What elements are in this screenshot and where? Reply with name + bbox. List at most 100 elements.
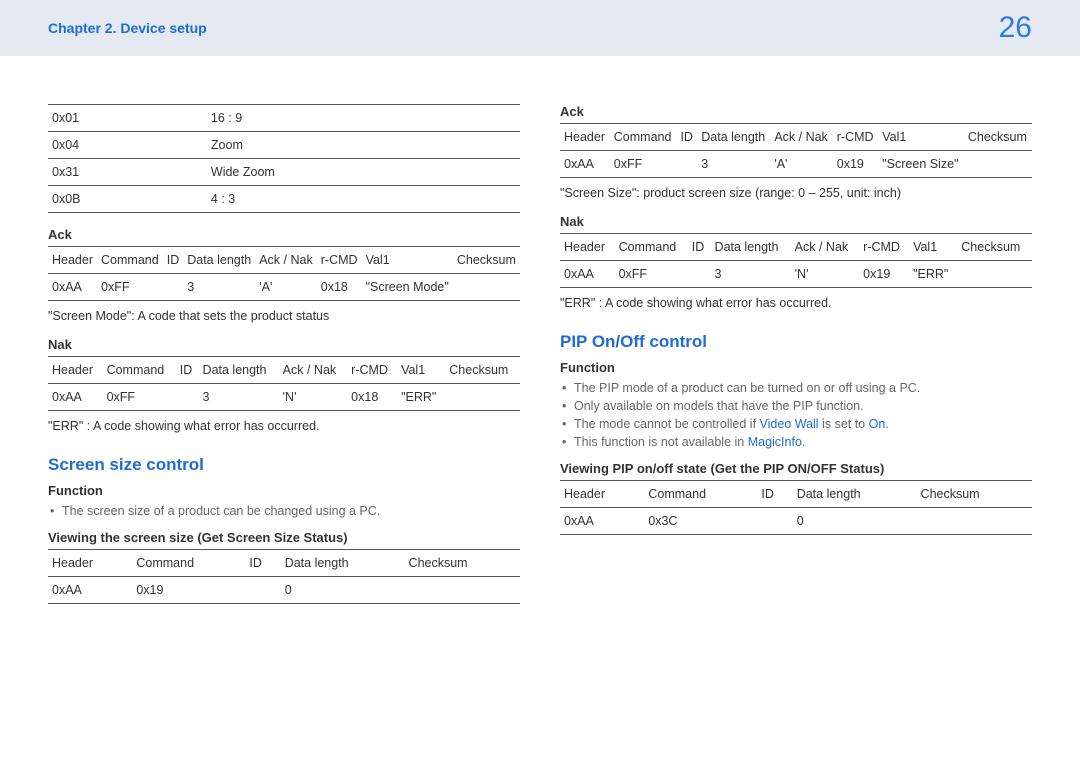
th: Data length xyxy=(199,357,279,384)
th: Checksum xyxy=(445,357,520,384)
td xyxy=(245,577,280,604)
td: "ERR" xyxy=(397,384,445,411)
th: Header xyxy=(48,247,97,274)
td xyxy=(957,261,1032,288)
td: 3 xyxy=(697,151,770,178)
left-column: 0x0116 : 9 0x04Zoom 0x31Wide Zoom 0x0B4 … xyxy=(48,104,520,608)
th: Checksum xyxy=(405,550,520,577)
td: 'A' xyxy=(770,151,832,178)
th: Header xyxy=(48,550,132,577)
th: Checksum xyxy=(957,234,1032,261)
th: Data length xyxy=(711,234,791,261)
td: 0xFF xyxy=(103,384,176,411)
th: Data length xyxy=(281,550,405,577)
link-text: On xyxy=(869,417,886,431)
text: This function is not available in xyxy=(574,435,748,449)
td: 0xAA xyxy=(48,274,97,301)
ack-heading: Ack xyxy=(48,227,520,242)
err-note-right: "ERR" : A code showing what error has oc… xyxy=(560,296,1032,310)
cell: 0x04 xyxy=(48,132,207,159)
th: r-CMD xyxy=(347,357,397,384)
td: 0 xyxy=(793,508,917,535)
function-bullets-left: The screen size of a product can be chan… xyxy=(48,502,520,520)
codes-table: 0x0116 : 9 0x04Zoom 0x31Wide Zoom 0x0B4 … xyxy=(48,104,520,213)
td xyxy=(676,151,697,178)
th: Val1 xyxy=(878,124,964,151)
th: Ack / Nak xyxy=(255,247,317,274)
td xyxy=(453,274,520,301)
td: 0xAA xyxy=(48,577,132,604)
td: 0xAA xyxy=(48,384,103,411)
text: . xyxy=(802,435,805,449)
size-note: "Screen Size": product screen size (rang… xyxy=(560,186,1032,200)
th: Command xyxy=(97,247,163,274)
breadcrumb: Chapter 2. Device setup xyxy=(48,20,207,36)
th: ID xyxy=(245,550,280,577)
td: 0x19 xyxy=(132,577,245,604)
td xyxy=(445,384,520,411)
bullet: Only available on models that have the P… xyxy=(574,397,1032,415)
td: 0xAA xyxy=(560,151,610,178)
td xyxy=(163,274,184,301)
td: 0xFF xyxy=(97,274,163,301)
cell: Zoom xyxy=(207,132,520,159)
text: is set to xyxy=(819,417,869,431)
nak-table-right: Header Command ID Data length Ack / Nak … xyxy=(560,233,1032,288)
th: ID xyxy=(757,481,792,508)
td: 'N' xyxy=(279,384,348,411)
th: Command xyxy=(610,124,677,151)
td: 'A' xyxy=(255,274,317,301)
td: "ERR" xyxy=(909,261,957,288)
page-number: 26 xyxy=(999,11,1032,45)
ack-table-left: Header Command ID Data length Ack / Nak … xyxy=(48,246,520,301)
td: 0x18 xyxy=(317,274,362,301)
th: Header xyxy=(560,234,615,261)
err-note-left: "ERR" : A code showing what error has oc… xyxy=(48,419,520,433)
td xyxy=(176,384,199,411)
function-label-right: Function xyxy=(560,360,1032,375)
th: r-CMD xyxy=(833,124,878,151)
td: "Screen Size" xyxy=(878,151,964,178)
td xyxy=(688,261,711,288)
th: Data length xyxy=(697,124,770,151)
screen-mode-note: "Screen Mode": A code that sets the prod… xyxy=(48,309,520,323)
th: Command xyxy=(103,357,176,384)
th: Header xyxy=(560,124,610,151)
th: Ack / Nak xyxy=(770,124,832,151)
td: 0 xyxy=(281,577,405,604)
ack-table-right: Header Command ID Data length Ack / Nak … xyxy=(560,123,1032,178)
td: 3 xyxy=(199,384,279,411)
th: Ack / Nak xyxy=(279,357,348,384)
td: 0x3C xyxy=(644,508,757,535)
td: 3 xyxy=(183,274,255,301)
th: r-CMD xyxy=(859,234,909,261)
nak-table-left: Header Command ID Data length Ack / Nak … xyxy=(48,356,520,411)
th: Checksum xyxy=(917,481,1032,508)
td: 0xAA xyxy=(560,261,615,288)
th: Command xyxy=(615,234,688,261)
td: 3 xyxy=(711,261,791,288)
td: 0x18 xyxy=(347,384,397,411)
th: Command xyxy=(644,481,757,508)
th: Val1 xyxy=(397,357,445,384)
th: Header xyxy=(48,357,103,384)
ack-heading-right: Ack xyxy=(560,104,1032,119)
th: ID xyxy=(176,357,199,384)
th: ID xyxy=(676,124,697,151)
pip-heading: PIP On/Off control xyxy=(560,332,1032,352)
th: Checksum xyxy=(964,124,1032,151)
th: ID xyxy=(163,247,184,274)
td xyxy=(917,508,1032,535)
td xyxy=(405,577,520,604)
viewing-label-right: Viewing PIP on/off state (Get the PIP ON… xyxy=(560,461,1032,476)
view-table-right: Header Command ID Data length Checksum 0… xyxy=(560,480,1032,535)
nak-heading-right: Nak xyxy=(560,214,1032,229)
td: 0xAA xyxy=(560,508,644,535)
cell: 16 : 9 xyxy=(207,105,520,132)
viewing-label-left: Viewing the screen size (Get Screen Size… xyxy=(48,530,520,545)
bullet: The PIP mode of a product can be turned … xyxy=(574,379,1032,397)
th: Val1 xyxy=(909,234,957,261)
td xyxy=(757,508,792,535)
th: Data length xyxy=(183,247,255,274)
td: 0xFF xyxy=(615,261,688,288)
